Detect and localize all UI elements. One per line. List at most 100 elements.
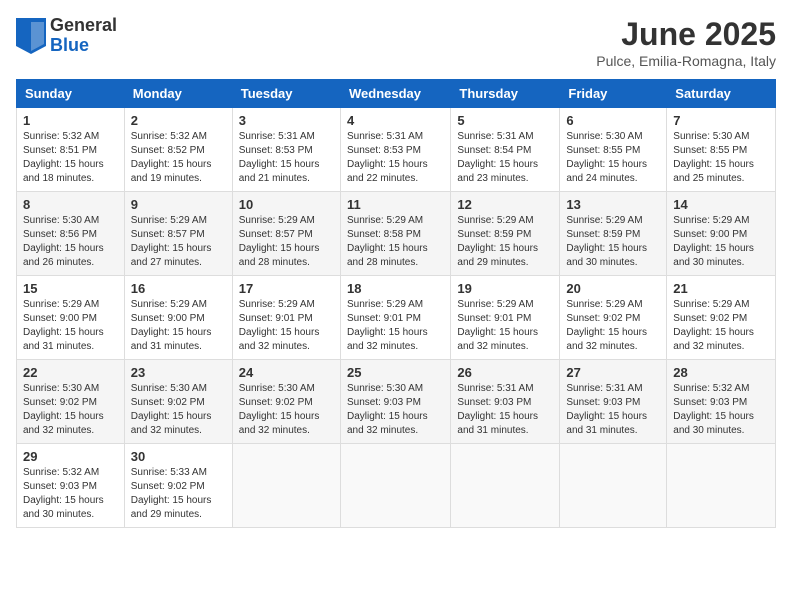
calendar-cell <box>451 444 560 528</box>
day-number: 27 <box>566 365 660 380</box>
column-header-friday: Friday <box>560 80 667 108</box>
day-info: Sunrise: 5:31 AM Sunset: 8:53 PM Dayligh… <box>347 130 444 186</box>
column-header-monday: Monday <box>124 80 232 108</box>
calendar-cell: 28 Sunrise: 5:32 AM Sunset: 9:03 PM Dayli… <box>667 360 776 444</box>
day-info: Sunrise: 5:30 AM Sunset: 9:02 PM Dayligh… <box>23 382 118 438</box>
calendar-week-row: 29Sunrise: 5:32 AM Sunset: 9:03 PM Dayli… <box>17 444 776 528</box>
day-info: Sunrise: 5:30 AM Sunset: 8:55 PM Dayligh… <box>566 130 660 186</box>
day-number: 18 <box>347 281 444 296</box>
location: Pulce, Emilia-Romagna, Italy <box>596 53 776 69</box>
calendar-cell: 5Sunrise: 5:31 AM Sunset: 8:54 PM Daylig… <box>451 108 560 192</box>
logo-blue: Blue <box>50 36 117 56</box>
day-info: Sunrise: 5:29 AM Sunset: 9:02 PM Dayligh… <box>566 298 660 354</box>
calendar-cell: 12Sunrise: 5:29 AM Sunset: 8:59 PM Dayli… <box>451 192 560 276</box>
calendar-cell <box>667 444 776 528</box>
day-info: Sunrise: 5:29 AM Sunset: 9:00 PM Dayligh… <box>23 298 118 354</box>
day-number: 1 <box>23 113 118 128</box>
calendar-cell: 17 Sunrise: 5:29 AM Sunset: 9:01 PM Dayli… <box>232 276 340 360</box>
calendar-cell: 21Sunrise: 5:29 AM Sunset: 9:02 PM Dayli… <box>667 276 776 360</box>
day-number: 6 <box>566 113 660 128</box>
day-number: 28 <box>673 365 769 380</box>
day-info: Sunrise: 5:32 AM Sunset: 8:51 PM Dayligh… <box>23 130 118 186</box>
day-info: Sunrise: 5:30 AM Sunset: 9:02 PM Dayligh… <box>239 382 334 438</box>
day-number: 24 <box>239 365 334 380</box>
calendar-week-row: 1 Sunrise: 5:32 AM Sunset: 8:51 PM Daylig… <box>17 108 776 192</box>
day-info: Sunrise: 5:30 AM Sunset: 8:55 PM Dayligh… <box>673 130 769 186</box>
calendar-cell: 4 Sunrise: 5:31 AM Sunset: 8:53 PM Daylig… <box>340 108 450 192</box>
calendar-header-row: SundayMondayTuesdayWednesdayThursdayFrid… <box>17 80 776 108</box>
day-number: 21 <box>673 281 769 296</box>
calendar-cell: 20Sunrise: 5:29 AM Sunset: 9:02 PM Dayli… <box>560 276 667 360</box>
calendar-cell: 7 Sunrise: 5:30 AM Sunset: 8:55 PM Daylig… <box>667 108 776 192</box>
day-number: 30 <box>131 449 226 464</box>
column-header-sunday: Sunday <box>17 80 125 108</box>
calendar-cell: 27Sunrise: 5:31 AM Sunset: 9:03 PM Dayli… <box>560 360 667 444</box>
column-header-thursday: Thursday <box>451 80 560 108</box>
day-number: 16 <box>131 281 226 296</box>
day-info: Sunrise: 5:29 AM Sunset: 8:57 PM Dayligh… <box>239 214 334 270</box>
day-info: Sunrise: 5:29 AM Sunset: 8:57 PM Dayligh… <box>131 214 226 270</box>
day-info: Sunrise: 5:29 AM Sunset: 9:01 PM Dayligh… <box>239 298 334 354</box>
day-info: Sunrise: 5:33 AM Sunset: 9:02 PM Dayligh… <box>131 466 226 522</box>
logo: General Blue <box>16 16 117 56</box>
calendar-cell: 14 Sunrise: 5:29 AM Sunset: 9:00 PM Dayli… <box>667 192 776 276</box>
calendar-cell: 25 Sunrise: 5:30 AM Sunset: 9:03 PM Dayli… <box>340 360 450 444</box>
calendar-table: SundayMondayTuesdayWednesdayThursdayFrid… <box>16 79 776 528</box>
day-number: 14 <box>673 197 769 212</box>
month-title: June 2025 <box>596 16 776 53</box>
logo-icon <box>16 18 46 54</box>
calendar-cell <box>560 444 667 528</box>
day-info: Sunrise: 5:29 AM Sunset: 9:00 PM Dayligh… <box>131 298 226 354</box>
title-block: June 2025 Pulce, Emilia-Romagna, Italy <box>596 16 776 69</box>
calendar-cell <box>232 444 340 528</box>
day-number: 4 <box>347 113 444 128</box>
day-number: 5 <box>457 113 553 128</box>
calendar-cell: 11 Sunrise: 5:29 AM Sunset: 8:58 PM Dayli… <box>340 192 450 276</box>
day-number: 7 <box>673 113 769 128</box>
page-header: General Blue June 2025 Pulce, Emilia-Rom… <box>16 16 776 69</box>
column-header-saturday: Saturday <box>667 80 776 108</box>
calendar-week-row: 8 Sunrise: 5:30 AM Sunset: 8:56 PM Daylig… <box>17 192 776 276</box>
calendar-cell: 22Sunrise: 5:30 AM Sunset: 9:02 PM Dayli… <box>17 360 125 444</box>
day-info: Sunrise: 5:30 AM Sunset: 8:56 PM Dayligh… <box>23 214 118 270</box>
day-info: Sunrise: 5:29 AM Sunset: 8:59 PM Dayligh… <box>457 214 553 270</box>
day-info: Sunrise: 5:29 AM Sunset: 9:01 PM Dayligh… <box>347 298 444 354</box>
day-info: Sunrise: 5:32 AM Sunset: 8:52 PM Dayligh… <box>131 130 226 186</box>
day-info: Sunrise: 5:29 AM Sunset: 8:58 PM Dayligh… <box>347 214 444 270</box>
day-number: 15 <box>23 281 118 296</box>
day-info: Sunrise: 5:29 AM Sunset: 9:01 PM Dayligh… <box>457 298 553 354</box>
calendar-cell: 8 Sunrise: 5:30 AM Sunset: 8:56 PM Daylig… <box>17 192 125 276</box>
calendar-cell: 19 Sunrise: 5:29 AM Sunset: 9:01 PM Dayli… <box>451 276 560 360</box>
day-number: 11 <box>347 197 444 212</box>
day-number: 23 <box>131 365 226 380</box>
day-info: Sunrise: 5:30 AM Sunset: 9:02 PM Dayligh… <box>131 382 226 438</box>
day-number: 2 <box>131 113 226 128</box>
day-info: Sunrise: 5:31 AM Sunset: 9:03 PM Dayligh… <box>457 382 553 438</box>
day-info: Sunrise: 5:29 AM Sunset: 8:59 PM Dayligh… <box>566 214 660 270</box>
calendar-cell: 6 Sunrise: 5:30 AM Sunset: 8:55 PM Daylig… <box>560 108 667 192</box>
day-info: Sunrise: 5:31 AM Sunset: 8:53 PM Dayligh… <box>239 130 334 186</box>
calendar-cell: 13Sunrise: 5:29 AM Sunset: 8:59 PM Dayli… <box>560 192 667 276</box>
day-info: Sunrise: 5:29 AM Sunset: 9:00 PM Dayligh… <box>673 214 769 270</box>
day-number: 8 <box>23 197 118 212</box>
calendar-cell: 26 Sunrise: 5:31 AM Sunset: 9:03 PM Dayli… <box>451 360 560 444</box>
calendar-cell: 1 Sunrise: 5:32 AM Sunset: 8:51 PM Daylig… <box>17 108 125 192</box>
calendar-cell: 24 Sunrise: 5:30 AM Sunset: 9:02 PM Dayli… <box>232 360 340 444</box>
calendar-cell: 29Sunrise: 5:32 AM Sunset: 9:03 PM Dayli… <box>17 444 125 528</box>
calendar-cell <box>340 444 450 528</box>
column-header-tuesday: Tuesday <box>232 80 340 108</box>
calendar-cell: 16 Sunrise: 5:29 AM Sunset: 9:00 PM Dayli… <box>124 276 232 360</box>
day-info: Sunrise: 5:32 AM Sunset: 9:03 PM Dayligh… <box>673 382 769 438</box>
day-info: Sunrise: 5:30 AM Sunset: 9:03 PM Dayligh… <box>347 382 444 438</box>
day-number: 26 <box>457 365 553 380</box>
day-number: 17 <box>239 281 334 296</box>
calendar-cell: 10Sunrise: 5:29 AM Sunset: 8:57 PM Dayli… <box>232 192 340 276</box>
column-header-wednesday: Wednesday <box>340 80 450 108</box>
calendar-week-row: 15 Sunrise: 5:29 AM Sunset: 9:00 PM Dayli… <box>17 276 776 360</box>
day-number: 19 <box>457 281 553 296</box>
calendar-cell: 23 Sunrise: 5:30 AM Sunset: 9:02 PM Dayli… <box>124 360 232 444</box>
day-number: 3 <box>239 113 334 128</box>
calendar-cell: 30 Sunrise: 5:33 AM Sunset: 9:02 PM Dayli… <box>124 444 232 528</box>
day-number: 25 <box>347 365 444 380</box>
calendar-cell: 15 Sunrise: 5:29 AM Sunset: 9:00 PM Dayli… <box>17 276 125 360</box>
